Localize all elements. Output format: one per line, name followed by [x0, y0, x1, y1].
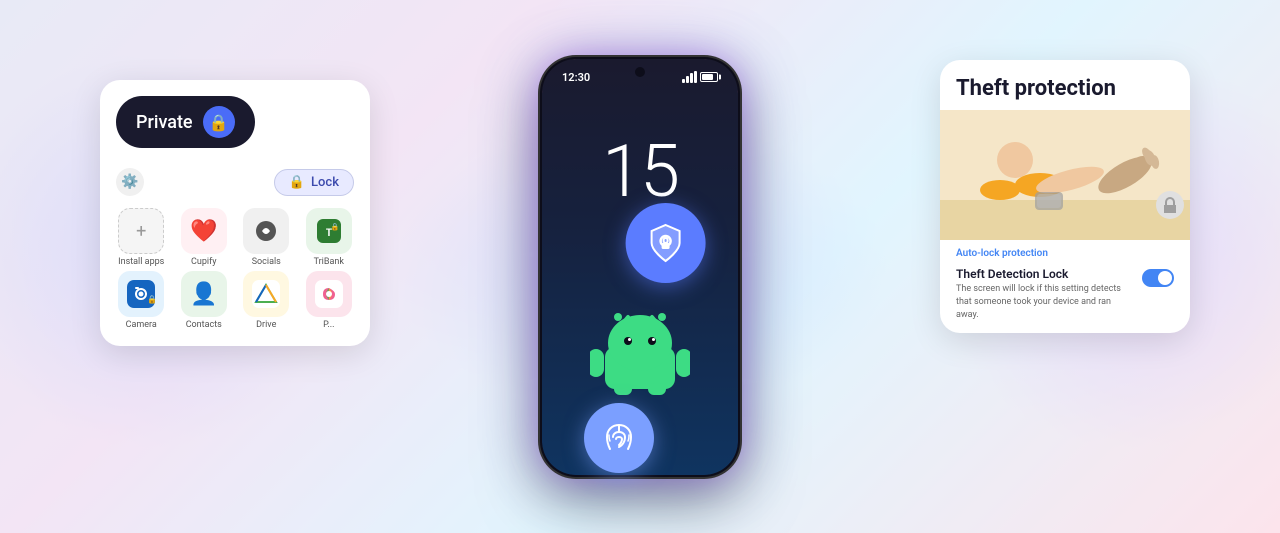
lock-button-label: Lock	[311, 175, 339, 190]
shield-bubble	[626, 203, 706, 283]
contacts-icon: 👤	[181, 271, 227, 317]
status-time: 12:30	[562, 71, 590, 84]
signal-bars-icon	[682, 71, 697, 83]
fingerprint-bubble	[584, 403, 654, 473]
install-apps-icon: +	[118, 208, 164, 254]
list-item[interactable]: ❤️ Cupify	[175, 208, 234, 267]
list-item[interactable]: 👤 Contacts	[175, 271, 234, 330]
theft-protection-title: Theft protection	[940, 60, 1190, 110]
app-label: Socials	[252, 257, 281, 267]
private-label: Private 🔒	[116, 96, 255, 148]
app-label: P...	[323, 320, 334, 330]
app-label: TriBank	[314, 257, 344, 267]
app-label: Cupify	[191, 257, 216, 267]
photos-icon	[306, 271, 352, 317]
svg-text:🔒: 🔒	[330, 223, 339, 231]
theft-protection-card: Theft protection	[940, 60, 1190, 333]
clock-display: 15	[602, 129, 678, 214]
app-label: Drive	[256, 320, 276, 330]
app-label: Contacts	[186, 320, 222, 330]
list-item[interactable]: Socials	[237, 208, 296, 267]
theft-detection-desc: The screen will lock if this setting det…	[956, 283, 1134, 321]
android-mascot	[590, 305, 690, 395]
settings-row: ⚙️ 🔒 Lock	[100, 164, 370, 204]
list-item[interactable]: + Install apps	[112, 208, 171, 267]
theft-detection-title: Theft Detection Lock	[956, 267, 1134, 281]
theft-detection-toggle[interactable]	[1142, 269, 1174, 287]
list-item[interactable]: Drive	[237, 271, 296, 330]
list-item[interactable]: 🔒 Camera	[112, 271, 171, 330]
app-grid: + Install apps ❤️ Cupify Socials T 🔒	[100, 204, 370, 346]
drive-icon	[243, 271, 289, 317]
private-text: Private	[136, 112, 193, 133]
camera-app-icon: 🔒	[118, 271, 164, 317]
shield-lock-icon	[644, 221, 688, 265]
camera-notch	[635, 67, 645, 77]
list-item[interactable]: P...	[300, 271, 359, 330]
theft-detection-row: Theft Detection Lock The screen will loc…	[940, 263, 1190, 333]
svg-text:🔒: 🔒	[147, 295, 155, 304]
settings-gear-icon[interactable]: ⚙️	[116, 168, 144, 196]
lock-button[interactable]: 🔒 Lock	[274, 169, 354, 196]
battery-icon	[700, 72, 718, 82]
app-label: Install apps	[118, 257, 164, 267]
private-space-card: Private 🔒 ⚙️ 🔒 Lock + Install apps ❤️ Cu…	[100, 80, 370, 346]
cupify-icon: ❤️	[181, 208, 227, 254]
app-label: Camera	[126, 320, 157, 330]
list-item[interactable]: T 🔒 TriBank	[300, 208, 359, 267]
auto-lock-label: Auto-lock protection	[940, 240, 1190, 263]
tribank-icon: T 🔒	[306, 208, 352, 254]
lock-icon-small: 🔒	[289, 175, 305, 190]
lock-circle-icon: 🔒	[203, 106, 235, 138]
fingerprint-icon	[600, 419, 638, 457]
theft-detection-info: Theft Detection Lock The screen will loc…	[956, 267, 1134, 321]
theft-illustration	[940, 110, 1190, 240]
socials-icon	[243, 208, 289, 254]
status-icons	[682, 71, 718, 83]
